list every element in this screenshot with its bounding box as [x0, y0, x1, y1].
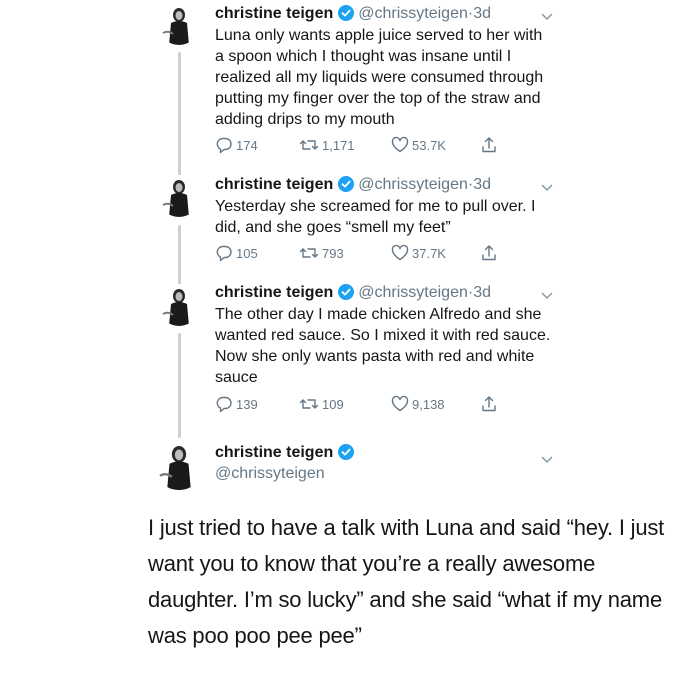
reply-count: 139	[236, 396, 258, 412]
thread-line	[178, 333, 181, 438]
handle[interactable]: @chrissyteigen	[358, 284, 468, 301]
avatar-image	[158, 284, 200, 326]
retweet-button[interactable]: 109	[299, 394, 344, 414]
like-button[interactable]: 53.7K	[391, 135, 446, 155]
verified-badge-icon	[338, 176, 355, 199]
reply-icon	[216, 245, 232, 262]
chevron-down-icon[interactable]	[540, 178, 554, 200]
timestamp[interactable]: 3d	[473, 284, 491, 301]
avatar[interactable]	[154, 440, 204, 490]
reply-button[interactable]: 139	[215, 394, 258, 414]
chevron-down-icon[interactable]	[540, 286, 554, 308]
handle[interactable]: @chrissyteigen	[358, 5, 468, 22]
share-icon	[482, 137, 496, 153]
avatar[interactable]	[158, 3, 200, 45]
like-count: 9,138	[412, 396, 445, 412]
thread-line	[178, 225, 181, 287]
avatar[interactable]	[158, 175, 200, 217]
reply-count: 105	[236, 245, 258, 261]
verified-badge-icon	[338, 5, 355, 28]
tweet-actions: 174 1,171 53.7K	[215, 135, 515, 155]
display-name[interactable]: christine teigen	[215, 176, 333, 193]
timestamp[interactable]: 3d	[473, 5, 491, 22]
retweet-count: 109	[322, 396, 344, 412]
like-icon	[391, 136, 409, 153]
like-button[interactable]: 9,138	[391, 394, 445, 414]
tweet-text: Yesterday she screamed for me to pull ov…	[215, 198, 536, 236]
avatar-image	[158, 175, 200, 217]
share-icon	[482, 396, 496, 412]
share-button[interactable]	[480, 135, 501, 155]
timestamp[interactable]: 3d	[473, 176, 491, 193]
avatar-image	[154, 440, 204, 490]
share-button[interactable]	[480, 394, 501, 414]
tweet-text: The other day I made chicken Alfredo and…	[215, 306, 551, 386]
display-name[interactable]: christine teigen	[215, 284, 333, 301]
handle[interactable]: @chrissyteigen	[215, 464, 555, 484]
like-count: 37.7K	[412, 245, 446, 261]
retweet-icon	[299, 140, 319, 150]
reply-button[interactable]: 174	[215, 135, 258, 155]
like-count: 53.7K	[412, 137, 446, 153]
like-icon	[391, 244, 409, 261]
avatar[interactable]	[158, 284, 200, 326]
chevron-down-icon[interactable]	[540, 7, 554, 29]
tweet-header: christine teigen @chrissyteigen·3d	[215, 174, 555, 196]
verified-badge-icon	[338, 444, 355, 467]
retweet-button[interactable]: 1,171	[299, 135, 355, 155]
tweet-actions: 139 109 9,138	[215, 394, 515, 414]
tweet-header: christine teigen @chrissyteigen·3d	[215, 3, 555, 25]
main-tweet-text: I just tried to have a talk with Luna an…	[148, 515, 665, 648]
verified-badge-icon	[338, 284, 355, 307]
display-name[interactable]: christine teigen	[215, 444, 333, 461]
avatar-image	[158, 3, 200, 45]
reply-icon	[216, 137, 232, 154]
display-name[interactable]: christine teigen	[215, 5, 333, 22]
retweet-icon	[299, 399, 319, 409]
like-button[interactable]: 37.7K	[391, 243, 446, 263]
tweet-header: christine teigen @chrissyteigen·3d	[215, 282, 555, 304]
tweet-text: Luna only wants apple juice served to he…	[215, 27, 544, 128]
share-icon	[482, 245, 496, 261]
chevron-down-icon[interactable]	[540, 450, 554, 472]
reply-icon	[216, 396, 232, 413]
tweet-header: christine teigen	[215, 442, 555, 464]
tweet-actions: 105 793 37.7K	[215, 243, 515, 263]
reply-button[interactable]: 105	[215, 243, 258, 263]
retweet-count: 793	[322, 245, 344, 261]
share-button[interactable]	[480, 243, 501, 263]
like-icon	[391, 395, 409, 412]
retweet-count: 1,171	[322, 137, 355, 153]
retweet-button[interactable]: 793	[299, 243, 344, 263]
thread-line	[178, 52, 181, 180]
retweet-icon	[299, 248, 319, 258]
reply-count: 174	[236, 137, 258, 153]
handle[interactable]: @chrissyteigen	[358, 176, 468, 193]
